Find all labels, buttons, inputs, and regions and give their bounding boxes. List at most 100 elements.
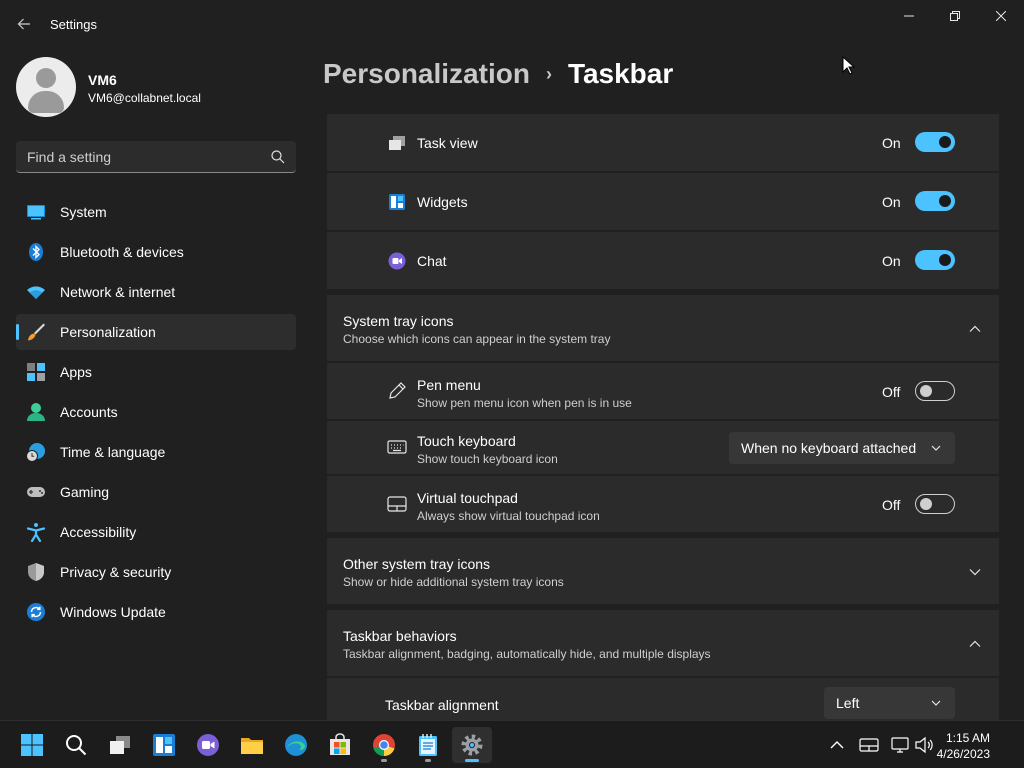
task-view-state: On — [882, 135, 901, 151]
chat-label: Chat — [417, 253, 447, 269]
search-box[interactable] — [16, 141, 296, 173]
notepad-icon — [419, 734, 437, 756]
taskbar-alignment-row: Taskbar alignment Left — [327, 678, 999, 720]
taskbar-alignment-label: Taskbar alignment — [385, 697, 499, 713]
sidebar-item-label: System — [60, 204, 107, 220]
sidebar-item-label: Apps — [60, 364, 92, 380]
settings-button[interactable] — [452, 727, 492, 763]
sidebar-item-windows-update[interactable]: Windows Update — [16, 594, 296, 630]
chevron-down-icon[interactable] — [967, 564, 983, 580]
taskbar-search-button[interactable] — [56, 727, 96, 763]
sidebar-item-bluetooth[interactable]: Bluetooth & devices — [16, 234, 296, 270]
chevron-down-icon — [931, 700, 941, 706]
sidebar-item-accounts[interactable]: Accounts — [16, 394, 296, 430]
notepad-button[interactable] — [408, 727, 448, 763]
avatar — [16, 57, 76, 117]
user-profile[interactable]: VM6 VM6@collabnet.local — [16, 57, 306, 117]
folder-icon — [241, 738, 263, 754]
touch-keyboard-dropdown[interactable]: When no keyboard attached — [729, 432, 955, 464]
widgets-icon — [153, 734, 175, 756]
restore-button[interactable] — [932, 0, 978, 32]
search-icon — [66, 735, 87, 756]
gear-icon — [461, 734, 483, 756]
sidebar-item-label: Windows Update — [60, 604, 166, 620]
sidebar-item-accessibility[interactable]: Accessibility — [16, 514, 296, 550]
close-button[interactable] — [978, 0, 1024, 32]
taskbar-behaviors-header[interactable]: Taskbar behaviors Taskbar alignment, bad… — [327, 610, 999, 676]
sidebar-item-label: Accessibility — [60, 524, 137, 540]
clock-date: 4/26/2023 — [936, 747, 990, 761]
virtual-touchpad-description: Always show virtual touchpad icon — [417, 509, 600, 523]
taskbar-alignment-dropdown[interactable]: Left — [824, 687, 955, 719]
other-tray-title: Other system tray icons — [343, 556, 491, 572]
active-indicator — [465, 759, 479, 762]
widgets-row: Widgets On — [327, 173, 999, 230]
clock-globe-icon — [26, 443, 45, 462]
sidebar-item-label: Personalization — [60, 324, 156, 340]
breadcrumb-separator: › — [545, 64, 552, 84]
widgets-label: Widgets — [417, 194, 468, 210]
chat-state: On — [882, 253, 901, 269]
sidebar-item-network[interactable]: Network & internet — [16, 274, 296, 310]
chat-icon — [388, 252, 406, 270]
pen-menu-toggle[interactable] — [915, 381, 955, 401]
taskbar-behaviors-description: Taskbar alignment, badging, automaticall… — [343, 647, 711, 661]
taskbar: 1:15 AM 4/26/2023 — [0, 720, 1024, 768]
task-view-toggle[interactable] — [915, 132, 955, 152]
edge-button[interactable] — [276, 727, 316, 763]
windows-logo-icon — [21, 734, 43, 756]
brush-icon — [28, 323, 45, 341]
minimize-button[interactable] — [886, 0, 932, 32]
taskbar-behaviors-title: Taskbar behaviors — [343, 628, 457, 644]
chrome-button[interactable] — [364, 727, 404, 763]
system-tray-title: System tray icons — [343, 313, 454, 329]
sidebar-item-label: Network & internet — [60, 284, 176, 300]
sidebar-item-privacy[interactable]: Privacy & security — [16, 554, 296, 590]
back-button[interactable] — [10, 12, 38, 36]
task-view-button[interactable] — [100, 727, 140, 763]
widgets-button[interactable] — [144, 727, 184, 763]
taskbar-alignment-value: Left — [836, 695, 860, 711]
chat-button[interactable] — [188, 727, 228, 763]
system-tray-header[interactable]: System tray icons Choose which icons can… — [327, 295, 999, 361]
volume-icon[interactable] — [914, 735, 934, 755]
network-icon[interactable] — [890, 735, 910, 755]
chevron-up-icon[interactable] — [827, 735, 847, 755]
touch-keyboard-value: When no keyboard attached — [741, 440, 917, 456]
sidebar-item-apps[interactable]: Apps — [16, 354, 296, 390]
shield-icon — [28, 563, 44, 581]
user-name: VM6 — [88, 72, 117, 88]
pen-menu-label: Pen menu — [417, 377, 481, 393]
sidebar-item-gaming[interactable]: Gaming — [16, 474, 296, 510]
touch-keyboard-description: Show touch keyboard icon — [417, 452, 558, 466]
search-input[interactable] — [16, 141, 256, 172]
widgets-toggle[interactable] — [915, 191, 955, 211]
mouse-cursor-icon — [842, 56, 856, 75]
close-icon — [996, 11, 1006, 21]
apps-icon — [27, 363, 45, 381]
sidebar-item-system[interactable]: System — [16, 194, 296, 230]
chat-toggle[interactable] — [915, 250, 955, 270]
chevron-up-icon[interactable] — [967, 636, 983, 652]
breadcrumb-parent[interactable]: Personalization — [323, 58, 530, 89]
system-clock[interactable]: 1:15 AM 4/26/2023 — [937, 730, 990, 762]
start-button[interactable] — [12, 727, 52, 763]
chat-row: Chat On — [327, 232, 999, 289]
breadcrumb: Personalization › Taskbar — [323, 58, 673, 94]
search-icon[interactable] — [270, 149, 286, 165]
file-explorer-button[interactable] — [232, 727, 272, 763]
virtual-touchpad-toggle[interactable] — [915, 494, 955, 514]
keyboard-icon[interactable] — [859, 735, 879, 755]
gamepad-icon — [27, 487, 45, 497]
restore-icon — [950, 11, 960, 21]
chevron-up-icon[interactable] — [967, 321, 983, 337]
sidebar-item-time-language[interactable]: Time & language — [16, 434, 296, 470]
update-icon — [27, 603, 45, 621]
store-button[interactable] — [320, 727, 360, 763]
widgets-icon — [389, 194, 405, 210]
sidebar-item-personalization[interactable]: Personalization — [16, 314, 296, 350]
other-tray-header[interactable]: Other system tray icons Show or hide add… — [327, 538, 999, 604]
bluetooth-icon — [29, 243, 43, 261]
keyboard-icon — [387, 440, 407, 454]
task-view-label: Task view — [417, 135, 478, 151]
